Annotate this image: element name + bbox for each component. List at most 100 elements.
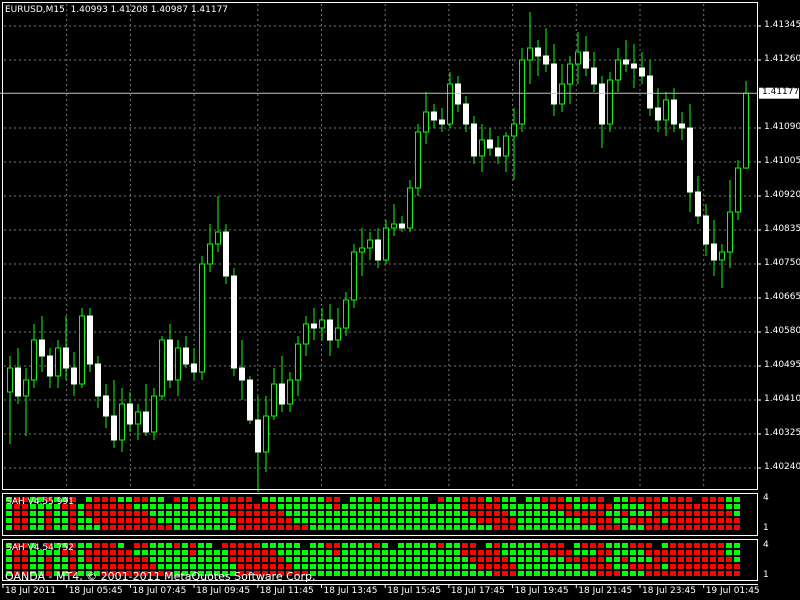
signal-up-cell [326,564,332,569]
signal-up-cell [182,518,188,523]
signal-down-cell [542,497,548,502]
signal-up-cell [134,504,140,509]
signal-up-cell [358,571,364,576]
metatrader-chart-window[interactable] [0,0,800,600]
signal-up-cell [638,525,644,530]
signal-up-cell [374,518,380,523]
bull-candle-body [479,139,485,157]
signal-up-cell [542,550,548,555]
signal-up-cell [406,543,412,548]
signal-down-cell [142,511,148,516]
symbol-timeframe: EURUSD,M15 [5,5,65,15]
signal-down-cell [726,518,732,523]
signal-down-cell [630,564,636,569]
bull-candle-body [415,131,421,189]
signal-up-cell [398,550,404,555]
signal-up-cell [470,518,476,523]
signal-down-cell [630,543,636,548]
signal-up-cell [142,550,148,555]
signal-up-cell [390,518,396,523]
signal-up-cell [326,550,332,555]
signal-up-cell [326,518,332,523]
signal-down-cell [46,511,52,516]
signal-down-cell [670,557,676,562]
signal-down-cell [262,557,268,562]
signal-down-cell [710,518,716,523]
signal-down-cell [710,550,716,555]
bull-candle-body [23,379,29,397]
signal-up-cell [86,564,92,569]
signal-up-cell [406,571,412,576]
signal-up-cell [558,525,564,530]
bull-candle-body [607,79,613,125]
signal-up-cell [150,550,156,555]
signal-up-cell [190,557,196,562]
signal-up-cell [126,497,132,502]
signal-down-cell [294,525,300,530]
signal-up-cell [166,518,172,523]
signal-down-cell [502,564,508,569]
signal-up-cell [630,571,636,576]
signal-down-cell [302,525,308,530]
bear-candle-body [471,123,477,157]
signal-up-cell [526,504,532,509]
signal-down-cell [254,564,260,569]
signal-down-cell [550,504,556,509]
signal-up-cell [158,497,164,502]
signal-down-cell [646,497,652,502]
signal-down-cell [582,497,588,502]
broker-footer: OANDA - MT4, © 2001-2011 MetaQuotes Soft… [5,570,316,583]
signal-down-cell [46,557,52,562]
signal-down-cell [734,571,740,576]
bull-candle-body [215,231,221,245]
signal-up-cell [326,571,332,576]
bear-candle-body [487,139,493,149]
signal-down-cell [126,504,132,509]
signal-down-cell [262,525,268,530]
signal-down-cell [110,525,116,530]
signal-down-cell [510,525,516,530]
signal-up-cell [190,511,196,516]
signal-down-cell [726,525,732,530]
signal-down-cell [502,511,508,516]
signal-up-cell [438,511,444,516]
signal-up-cell [54,525,60,530]
signal-down-cell [598,564,604,569]
signal-down-cell [486,504,492,509]
signal-up-cell [566,571,572,576]
signal-up-cell [606,557,612,562]
signal-up-cell [574,497,580,502]
signal-up-cell [294,497,300,502]
signal-up-cell [542,564,548,569]
bull-candle-body [743,92,749,169]
signal-down-cell [726,511,732,516]
price-label: 1.40495 [764,360,800,370]
signal-up-cell [398,543,404,548]
signal-down-cell [590,543,596,548]
signal-down-cell [558,504,564,509]
signal-down-cell [702,504,708,509]
signal-down-cell [278,525,284,530]
bull-candle-body [359,247,365,253]
indicator-1-scale-min: 1 [763,523,769,533]
bear-candle-body [183,347,189,365]
signal-down-cell [14,518,20,523]
signal-down-cell [678,550,684,555]
signal-down-cell [582,564,588,569]
signal-down-cell [726,571,732,576]
signal-down-cell [710,571,716,576]
signal-down-cell [726,557,732,562]
signal-up-cell [446,518,452,523]
signal-down-cell [678,525,684,530]
signal-down-cell [278,511,284,516]
time-label: 18 Jul 11:45 [259,586,314,596]
signal-down-cell [150,525,156,530]
signal-up-cell [446,497,452,502]
signal-up-cell [326,504,332,509]
signal-down-cell [462,543,468,548]
signal-up-cell [726,543,732,548]
signal-down-cell [502,557,508,562]
signal-up-cell [614,550,620,555]
bear-candle-body [167,339,173,381]
signal-up-cell [534,571,540,576]
